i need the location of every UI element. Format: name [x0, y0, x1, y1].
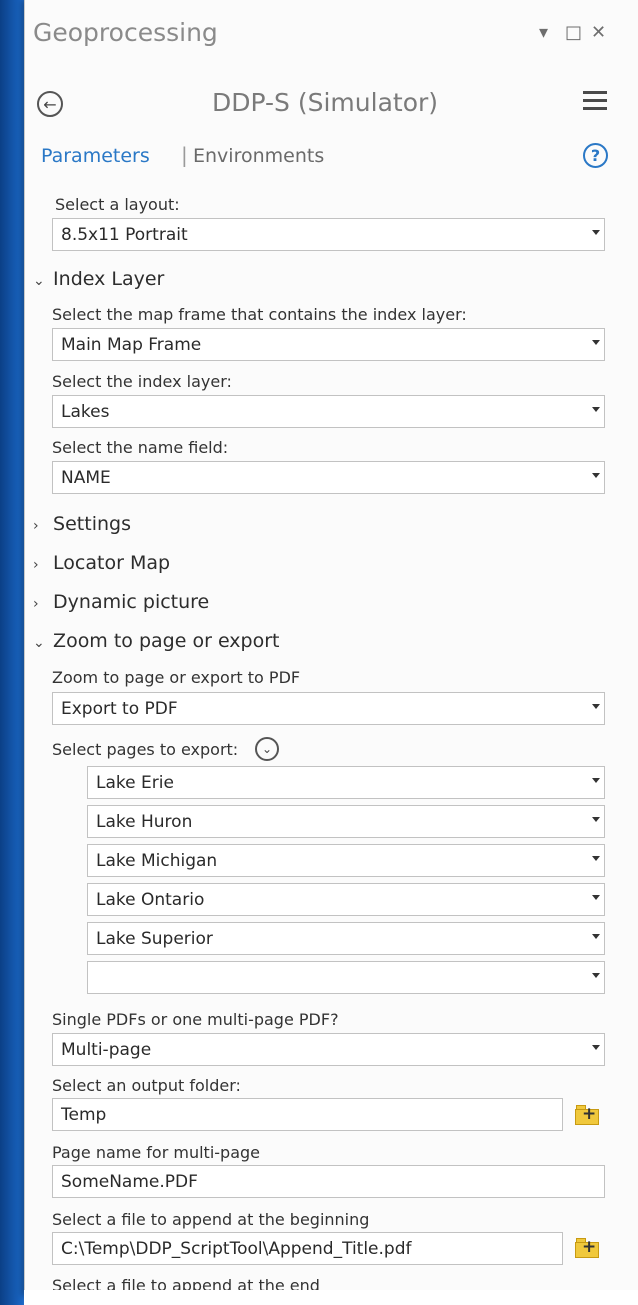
- page-select[interactable]: Lake Superior: [87, 922, 605, 955]
- chevron-down-icon: ⌄: [33, 273, 45, 289]
- section-zoom-export-label: Zoom to page or export: [53, 630, 280, 652]
- tab-environments[interactable]: Environments: [181, 145, 324, 167]
- section-zoom-export[interactable]: ⌄ Zoom to page or export: [33, 630, 280, 652]
- chevron-down-icon: [592, 340, 600, 345]
- append-begin-label: Select a file to append at the beginning: [52, 1210, 370, 1229]
- chevron-down-icon: [592, 817, 600, 822]
- chevron-right-icon: ›: [33, 518, 39, 534]
- geoprocessing-pane: Geoprocessing ▾ □ ✕ ← DDP-S (Simulator) …: [24, 0, 638, 1296]
- chevron-down-icon: [592, 704, 600, 709]
- index-layer-value: Lakes: [61, 402, 110, 422]
- section-dynamic-picture[interactable]: › Dynamic picture: [33, 591, 209, 613]
- pdf-mode-value: Multi-page: [61, 1040, 152, 1060]
- page-select-value: Lake Michigan: [96, 851, 218, 871]
- pdf-mode-label: Single PDFs or one multi-page PDF?: [52, 1010, 339, 1029]
- append-begin-input[interactable]: C:\Temp\DDP_ScriptTool\Append_Title.pdf: [52, 1232, 563, 1265]
- section-locator-map-label: Locator Map: [53, 552, 171, 574]
- back-arrow-icon[interactable]: ←: [37, 91, 63, 117]
- section-locator-map[interactable]: › Locator Map: [33, 552, 170, 574]
- section-index-layer[interactable]: ⌄ Index Layer: [33, 268, 164, 290]
- chevron-down-icon: [592, 973, 600, 978]
- page-select[interactable]: Lake Ontario: [87, 883, 605, 916]
- page-select[interactable]: Lake Michigan: [87, 844, 605, 877]
- name-field-value: NAME: [61, 468, 111, 488]
- name-field-select[interactable]: NAME: [52, 461, 605, 494]
- chevron-down-icon: [592, 407, 600, 412]
- chevron-down-icon: [592, 934, 600, 939]
- page-select-empty[interactable]: [87, 961, 605, 994]
- chevron-right-icon: ›: [33, 596, 39, 612]
- torn-edge: [24, 1290, 638, 1305]
- chevron-down-icon: [592, 473, 600, 478]
- pdf-mode-select[interactable]: Multi-page: [52, 1033, 605, 1066]
- tool-title: DDP-S (Simulator): [212, 88, 439, 117]
- map-frame-label: Select the map frame that contains the i…: [52, 305, 467, 324]
- output-folder-input[interactable]: Temp: [52, 1098, 563, 1131]
- expand-pages-icon[interactable]: ⌄: [255, 737, 279, 761]
- page-select[interactable]: Lake Erie: [87, 766, 605, 799]
- help-icon[interactable]: ?: [583, 143, 608, 168]
- page-name-label: Page name for multi-page: [52, 1143, 260, 1162]
- index-layer-label: Select the index layer:: [52, 372, 232, 391]
- export-mode-select[interactable]: Export to PDF: [52, 692, 605, 725]
- chevron-down-icon: [592, 1045, 600, 1050]
- section-settings[interactable]: › Settings: [33, 513, 131, 535]
- index-layer-select[interactable]: Lakes: [52, 395, 605, 428]
- layout-label: Select a layout:: [55, 195, 180, 214]
- chevron-down-icon: [592, 230, 600, 235]
- page-name-input[interactable]: SomeName.PDF: [52, 1165, 605, 1198]
- page-select-value: Lake Superior: [96, 929, 213, 949]
- page-select[interactable]: Lake Huron: [87, 805, 605, 838]
- pane-title: Geoprocessing: [33, 18, 218, 47]
- layout-value: 8.5x11 Portrait: [61, 225, 188, 245]
- section-index-layer-label: Index Layer: [53, 268, 165, 290]
- chevron-down-icon: [592, 778, 600, 783]
- page-select-value: Lake Erie: [96, 773, 174, 793]
- export-mode-label: Zoom to page or export to PDF: [52, 668, 301, 687]
- tab-parameters[interactable]: Parameters: [41, 145, 150, 167]
- pages-label: Select pages to export:: [52, 740, 239, 759]
- add-folder-icon[interactable]: +: [575, 1236, 599, 1258]
- map-frame-value: Main Map Frame: [61, 335, 202, 355]
- chevron-down-icon: [592, 895, 600, 900]
- pane-maximize-icon[interactable]: □: [565, 22, 582, 43]
- pane-close-icon[interactable]: ✕: [591, 22, 606, 43]
- hamburger-menu-icon[interactable]: [583, 91, 607, 113]
- export-mode-value: Export to PDF: [61, 699, 178, 719]
- section-settings-label: Settings: [53, 513, 131, 535]
- output-folder-label: Select an output folder:: [52, 1076, 241, 1095]
- chevron-right-icon: ›: [33, 557, 39, 573]
- map-frame-select[interactable]: Main Map Frame: [52, 328, 605, 361]
- name-field-label: Select the name field:: [52, 438, 229, 457]
- add-folder-icon[interactable]: +: [575, 1103, 599, 1125]
- pane-dropdown-icon[interactable]: ▾: [539, 22, 548, 43]
- page-select-value: Lake Huron: [96, 812, 193, 832]
- layout-select[interactable]: 8.5x11 Portrait: [52, 218, 605, 251]
- section-dynamic-picture-label: Dynamic picture: [53, 591, 210, 613]
- page-select-value: Lake Ontario: [96, 890, 205, 910]
- chevron-down-icon: ⌄: [33, 635, 45, 651]
- chevron-down-icon: [592, 856, 600, 861]
